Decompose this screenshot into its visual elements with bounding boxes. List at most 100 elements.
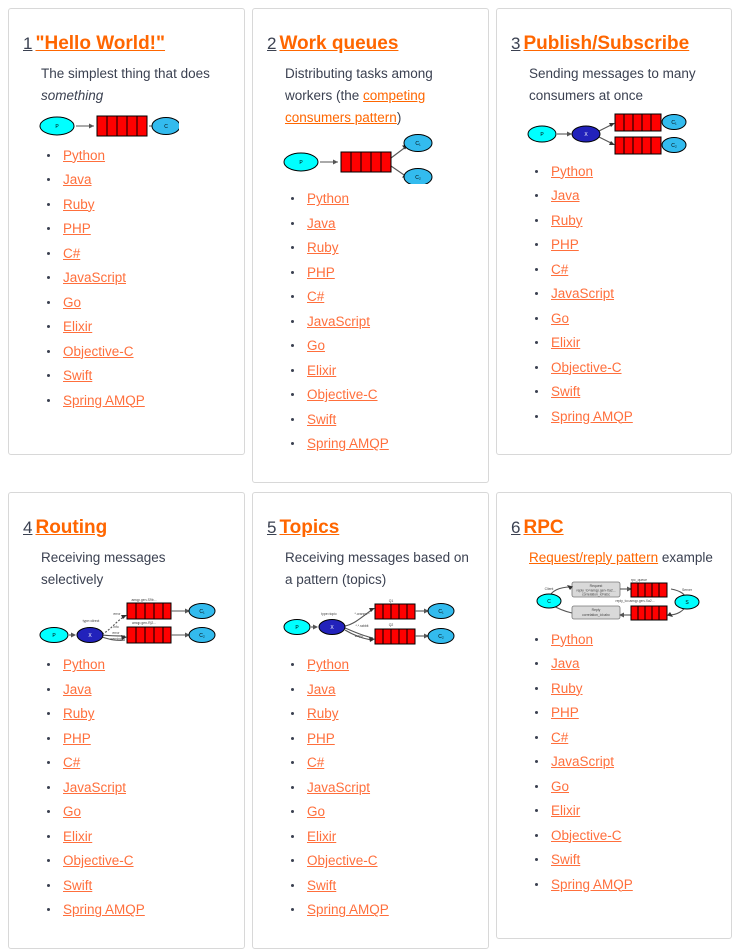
language-link[interactable]: Python <box>63 657 105 672</box>
language-link[interactable]: Java <box>551 656 580 671</box>
language-link[interactable]: Ruby <box>63 197 95 212</box>
language-link[interactable]: Java <box>63 682 92 697</box>
language-link[interactable]: JavaScript <box>63 780 126 795</box>
list-item: Python <box>45 658 230 672</box>
language-link[interactable]: Objective-C <box>551 360 622 375</box>
language-link[interactable]: PHP <box>551 705 579 720</box>
language-link[interactable]: Go <box>551 311 569 326</box>
language-link[interactable]: Go <box>307 338 325 353</box>
language-list: Python Java Ruby PHP C# JavaScript Go El… <box>23 658 230 917</box>
language-link[interactable]: Elixir <box>63 319 92 334</box>
card-number: 3 <box>511 34 521 53</box>
language-link[interactable]: PHP <box>307 265 335 280</box>
list-item: Java <box>289 217 474 231</box>
language-link[interactable]: Elixir <box>307 829 336 844</box>
language-link[interactable]: Objective-C <box>307 853 378 868</box>
card-number: 1 <box>23 34 33 53</box>
language-link[interactable]: Objective-C <box>307 387 378 402</box>
language-link[interactable]: Python <box>63 148 105 163</box>
list-item: Swift <box>45 879 230 893</box>
list-item: Swift <box>45 369 230 383</box>
card-title-link[interactable]: Publish/Subscribe <box>523 33 689 54</box>
list-item: Go <box>45 295 230 310</box>
card-heading: 4 Routing <box>23 517 230 539</box>
language-link[interactable]: C# <box>307 755 324 770</box>
language-link[interactable]: PHP <box>551 237 579 252</box>
desc-inline-link[interactable]: Request/reply pattern <box>529 550 658 565</box>
language-link[interactable]: Elixir <box>551 335 580 350</box>
language-link[interactable]: Go <box>63 804 81 819</box>
language-link[interactable]: Spring AMQP <box>63 393 145 408</box>
language-link[interactable]: Go <box>551 779 569 794</box>
language-link[interactable]: PHP <box>63 731 91 746</box>
language-link[interactable]: Python <box>307 657 349 672</box>
language-link[interactable]: C# <box>63 755 80 770</box>
language-link[interactable]: Elixir <box>307 363 336 378</box>
list-item: Go <box>533 779 717 794</box>
card-title-link[interactable]: "Hello World!" <box>35 33 165 54</box>
language-link[interactable]: Spring AMQP <box>307 902 389 917</box>
svg-text:correlation_id=abc: correlation_id=abc <box>582 592 610 596</box>
language-link[interactable]: C# <box>551 262 568 277</box>
language-link[interactable]: Objective-C <box>63 344 134 359</box>
language-link[interactable]: Ruby <box>307 706 339 721</box>
language-link[interactable]: Swift <box>307 412 336 427</box>
language-link[interactable]: Python <box>307 191 349 206</box>
list-item: Swift <box>289 413 474 427</box>
language-link[interactable]: Objective-C <box>551 828 622 843</box>
card-description: Receiving messages based on a pattern (t… <box>267 547 474 591</box>
card-title-link[interactable]: Routing <box>35 517 107 538</box>
language-link[interactable]: C# <box>551 730 568 745</box>
list-item: Spring AMQP <box>533 409 717 424</box>
language-link[interactable]: Ruby <box>551 213 583 228</box>
svg-text:C₂: C₂ <box>199 633 205 639</box>
list-item: Spring AMQP <box>289 437 474 451</box>
language-link[interactable]: C# <box>307 289 324 304</box>
language-link[interactable]: Go <box>307 804 325 819</box>
language-link[interactable]: JavaScript <box>551 286 614 301</box>
language-link[interactable]: PHP <box>307 731 335 746</box>
language-link[interactable]: Python <box>551 164 593 179</box>
language-link[interactable]: JavaScript <box>307 314 370 329</box>
desc-text: Receiving messages based on a pattern (t… <box>285 549 469 587</box>
language-link[interactable]: Swift <box>63 368 92 383</box>
list-item: PHP <box>45 222 230 236</box>
language-link[interactable]: Ruby <box>63 706 95 721</box>
language-link[interactable]: JavaScript <box>63 270 126 285</box>
card-title-link[interactable]: Work queues <box>279 33 398 54</box>
card-number: 2 <box>267 34 277 53</box>
language-link[interactable]: Elixir <box>63 829 92 844</box>
language-link[interactable]: Go <box>63 295 81 310</box>
language-link[interactable]: Ruby <box>307 240 339 255</box>
language-link[interactable]: Ruby <box>551 681 583 696</box>
language-link[interactable]: Swift <box>551 852 580 867</box>
queue1-label: Q1 <box>389 599 394 603</box>
list-item: JavaScript <box>533 755 717 769</box>
list-item: Elixir <box>289 364 474 378</box>
list-item: C# <box>289 290 474 304</box>
language-link[interactable]: Java <box>307 216 336 231</box>
language-link[interactable]: JavaScript <box>551 754 614 769</box>
language-link[interactable]: Java <box>551 188 580 203</box>
language-link[interactable]: Spring AMQP <box>551 877 633 892</box>
language-link[interactable]: Java <box>63 172 92 187</box>
language-link[interactable]: PHP <box>63 221 91 236</box>
language-link[interactable]: C# <box>63 246 80 261</box>
language-link[interactable]: Java <box>307 682 336 697</box>
language-link[interactable]: Spring AMQP <box>63 902 145 917</box>
language-link[interactable]: Objective-C <box>63 853 134 868</box>
card-title-link[interactable]: Topics <box>279 517 339 538</box>
language-link[interactable]: Spring AMQP <box>551 409 633 424</box>
language-link[interactable]: Elixir <box>551 803 580 818</box>
language-link[interactable]: JavaScript <box>307 780 370 795</box>
language-link[interactable]: Spring AMQP <box>307 436 389 451</box>
card-title-link[interactable]: RPC <box>523 517 563 538</box>
language-link[interactable]: Python <box>551 632 593 647</box>
list-item: JavaScript <box>45 781 230 795</box>
language-link[interactable]: Swift <box>307 878 336 893</box>
desc-suffix: ) <box>396 109 402 125</box>
list-item: JavaScript <box>533 287 717 301</box>
language-link[interactable]: Swift <box>63 878 92 893</box>
desc-text: Sending messages to many consumers at on… <box>529 65 696 103</box>
language-link[interactable]: Swift <box>551 384 580 399</box>
